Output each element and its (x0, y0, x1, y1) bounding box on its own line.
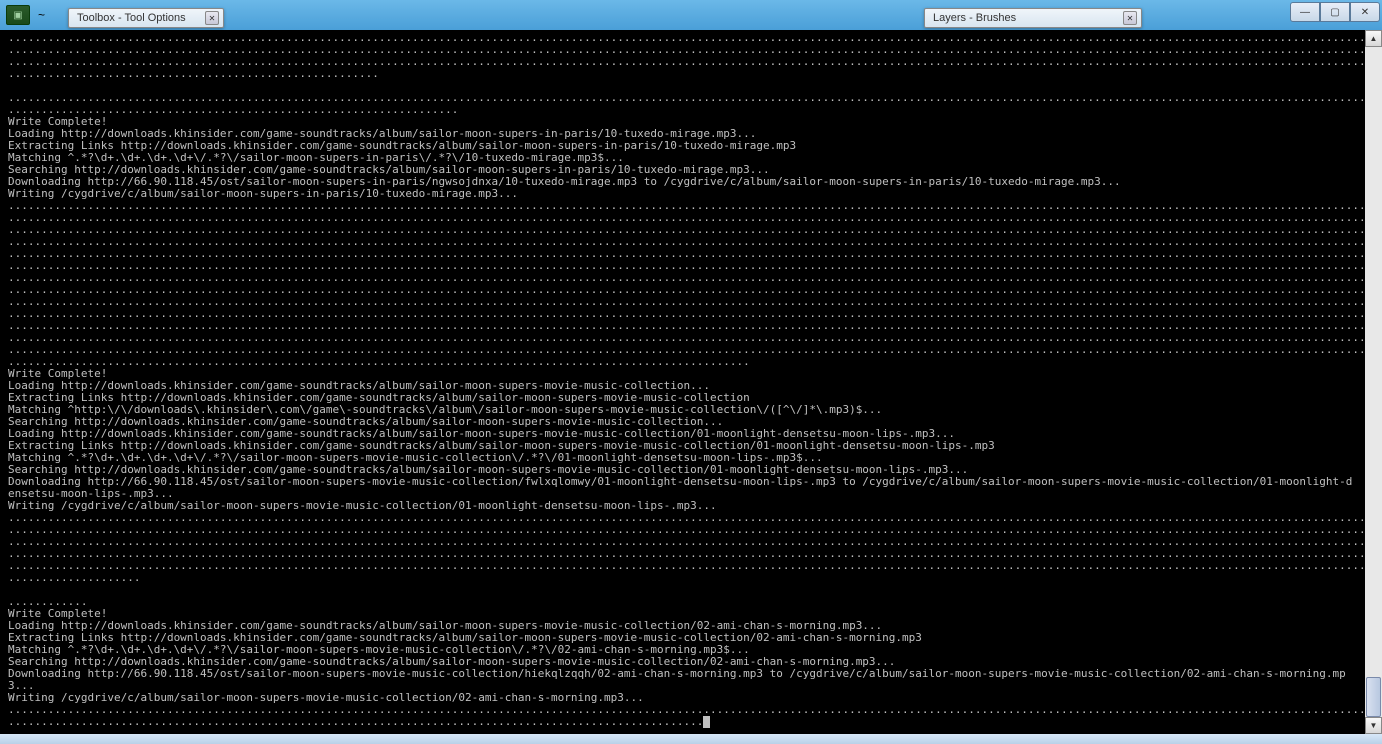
scroll-up-icon[interactable]: ▲ (1365, 30, 1382, 47)
close-button[interactable]: ✕ (1350, 2, 1380, 22)
scroll-down-icon[interactable]: ▼ (1365, 717, 1382, 734)
scrollbar: ▲ ▼ (1365, 30, 1382, 734)
terminal: ........................................… (0, 30, 1382, 734)
taskbar (0, 734, 1382, 744)
maximize-button[interactable]: ▢ (1320, 2, 1350, 22)
layers-window[interactable]: Layers - Brushes ✕ (924, 8, 1142, 28)
titlebar: ▣ ~ Toolbox - Tool Options ✕ Layers - Br… (0, 0, 1382, 30)
toolbox-close-icon[interactable]: ✕ (205, 11, 219, 25)
terminal-output[interactable]: ........................................… (0, 30, 1365, 734)
scrollbar-track[interactable] (1365, 47, 1382, 717)
toolbox-window[interactable]: Toolbox - Tool Options ✕ (68, 8, 224, 28)
app-icon: ▣ (6, 5, 30, 25)
scrollbar-thumb[interactable] (1366, 677, 1381, 717)
toolbox-title: Toolbox - Tool Options (77, 12, 205, 24)
title-text: ~ (38, 8, 45, 22)
layers-title: Layers - Brushes (933, 12, 1123, 24)
minimize-button[interactable]: — (1290, 2, 1320, 22)
window-controls: — ▢ ✕ (1290, 2, 1380, 22)
layers-close-icon[interactable]: ✕ (1123, 11, 1137, 25)
